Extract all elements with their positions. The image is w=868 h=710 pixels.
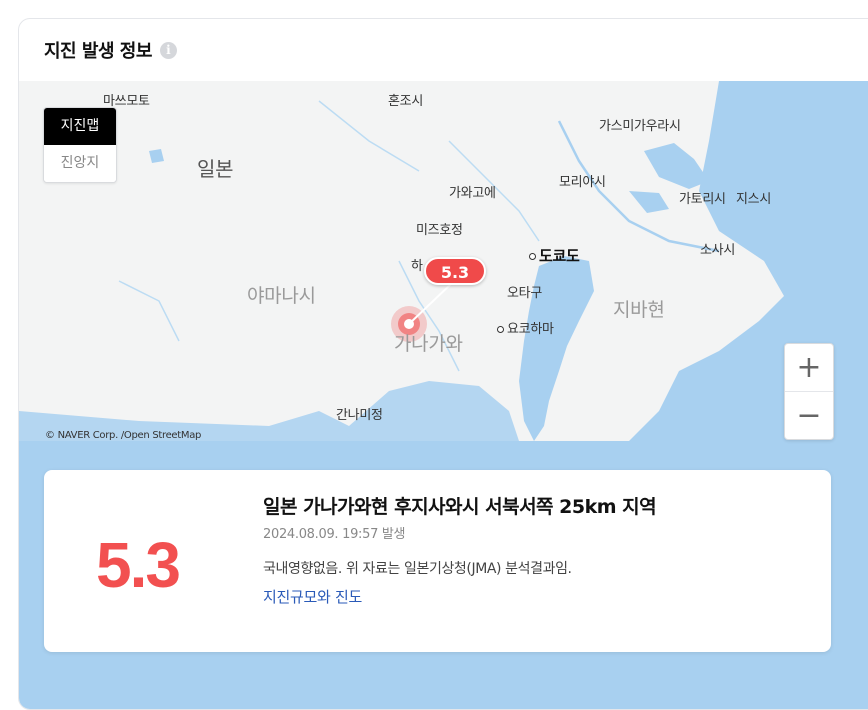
earthquake-time: 2024.08.09. 19:57 발생 — [263, 527, 406, 542]
earthquake-location: 일본 가나가와현 후지사와시 서북서쪽 25km 지역 — [263, 496, 657, 518]
map-label-yokohama-text: 요코하마 — [507, 322, 554, 337]
map-view-toggle: 지진맵 진앙지 — [43, 107, 117, 183]
map-label-kasumigaura: 가스미가우라시 — [599, 119, 681, 134]
tokyo-marker-icon — [529, 253, 536, 260]
earthquake-detail-card: 5.3 일본 가나가와현 후지사와시 서북서쪽 25km 지역 2024.08.… — [44, 470, 831, 652]
zoom-in-button[interactable]: + — [785, 344, 833, 391]
map-label-kanagawa: 가나가와 — [394, 333, 463, 355]
map-label-yamanashi: 야마나시 — [247, 285, 316, 307]
map-label-kawagoe: 가와고에 — [449, 186, 496, 201]
map-label-ajisu: 지스시 — [736, 192, 771, 207]
info-icon[interactable]: i — [159, 41, 177, 59]
map-label-japan: 일본 — [197, 157, 234, 181]
zoom-out-button[interactable]: − — [785, 391, 833, 439]
map-label-honjo: 혼조시 — [388, 94, 423, 109]
map-label-chiba: 지바현 — [613, 299, 665, 321]
panel-title: 지진 발생 정보 — [44, 41, 152, 62]
earthquake-note: 국내영향없음. 위 자료는 일본기상청(JMA) 분석결과임. — [263, 561, 572, 577]
map-label-katori: 가토리시 — [679, 192, 726, 207]
magnitude-bubble[interactable]: 5.3 — [424, 257, 486, 285]
map-label-tokyo-text: 도쿄도 — [539, 247, 580, 265]
earthquake-info-panel: 지진 발생 정보 i 마쓰모토 혼조시 가스미가우라시 일본 모리야시 가와고에… — [18, 18, 868, 710]
zoom-control: + − — [784, 343, 834, 440]
earthquake-map[interactable]: 마쓰모토 혼조시 가스미가우라시 일본 모리야시 가와고에 가토리시 지스시 미… — [19, 81, 868, 466]
map-label-kannami: 간나미정 — [336, 408, 383, 423]
yokohama-marker-icon — [497, 326, 504, 333]
magnitude-value: 5.3 — [96, 529, 181, 601]
map-label-tokyo: 도쿄도 — [529, 245, 580, 266]
map-label-yokohama: 요코하마 — [497, 318, 554, 337]
panel-header: 지진 발생 정보 i — [19, 19, 868, 81]
map-label-choshi: 소사시 — [700, 243, 735, 258]
map-label-ota: 오타구 — [507, 286, 542, 301]
map-label-ha: 하 — [411, 259, 423, 274]
map-label-moriya: 모리야시 — [559, 175, 606, 190]
tab-quake-map[interactable]: 지진맵 — [44, 108, 116, 145]
tab-epicenter[interactable]: 진앙지 — [44, 145, 116, 182]
map-copyright: © NAVER Corp. /Open StreetMap — [45, 430, 202, 441]
map-label-mizuho: 미즈호정 — [416, 223, 463, 238]
magnitude-intensity-link[interactable]: 지진규모와 진도 — [263, 586, 362, 607]
